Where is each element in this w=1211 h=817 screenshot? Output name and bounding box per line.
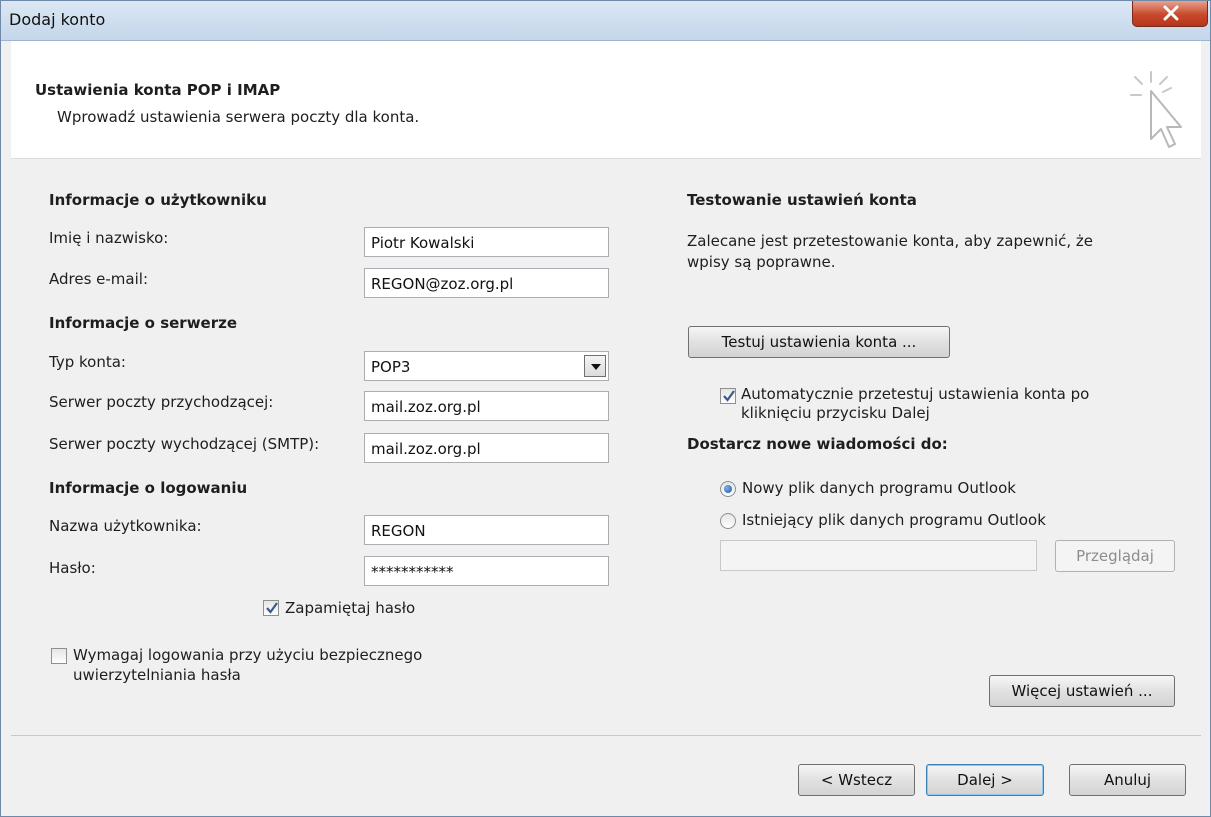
cancel-button[interactable]: Anuluj xyxy=(1069,764,1186,796)
spa-checkbox[interactable] xyxy=(51,648,67,664)
chevron-down-icon[interactable] xyxy=(584,355,606,377)
next-button[interactable]: Dalej > xyxy=(926,764,1044,796)
username-label: Nazwa użytkownika: xyxy=(49,517,202,535)
close-icon xyxy=(1163,5,1179,21)
incoming-server-input[interactable]: mail.zoz.org.pl xyxy=(364,391,609,421)
add-account-dialog: Dodaj konto Ustawienia konta POP i IMAP … xyxy=(0,0,1211,817)
outgoing-server-input[interactable]: mail.zoz.org.pl xyxy=(364,433,609,463)
account-type-value: POP3 xyxy=(371,358,411,376)
existing-data-file-path-input xyxy=(720,540,1037,571)
close-button[interactable] xyxy=(1132,1,1208,27)
checkmark-icon xyxy=(266,602,278,614)
email-label: Adres e-mail: xyxy=(49,270,149,288)
incoming-server-label: Serwer poczty przychodzącej: xyxy=(49,393,274,411)
existing-data-file-label[interactable]: Istniejący plik danych programu Outlook xyxy=(742,511,1046,529)
name-input[interactable]: Piotr Kowalski xyxy=(364,227,609,257)
test-desc-line1: Zalecane jest przetestowanie konta, aby … xyxy=(687,232,1094,250)
wizard-header: Ustawienia konta POP i IMAP Wprowadź ust… xyxy=(11,41,1201,159)
test-desc-line2: wpisy są poprawne. xyxy=(687,253,836,271)
page-subtitle: Wprowadź ustawienia serwera poczty dla k… xyxy=(57,108,420,126)
name-label: Imię i nazwisko: xyxy=(49,229,169,247)
wizard-cursor-icon xyxy=(1130,71,1182,148)
spa-label-line2[interactable]: uwierzytelniania hasła xyxy=(73,666,241,684)
test-account-settings-button[interactable]: Testuj ustawienia konta ... xyxy=(688,326,950,358)
wizard-footer: < Wstecz Dalej > Anuluj xyxy=(11,737,1201,817)
account-type-label: Typ konta: xyxy=(49,353,126,371)
password-label: Hasło: xyxy=(49,559,96,577)
wizard-body: Informacje o użytkowniku Imię i nazwisko… xyxy=(11,159,1201,736)
delivery-heading: Dostarcz nowe wiadomości do: xyxy=(687,435,948,453)
page-title: Ustawienia konta POP i IMAP xyxy=(35,81,281,99)
auto-test-label-line2[interactable]: kliknięciu przycisku Dalej xyxy=(741,404,930,422)
email-input[interactable]: REGON@zoz.org.pl xyxy=(364,268,609,298)
remember-password-checkbox[interactable] xyxy=(263,600,279,616)
outgoing-server-label: Serwer poczty wychodzącej (SMTP): xyxy=(49,435,320,453)
new-data-file-radio[interactable] xyxy=(720,481,736,497)
more-settings-button[interactable]: Więcej ustawień ... xyxy=(989,675,1175,707)
auto-test-checkbox[interactable] xyxy=(720,388,736,404)
radio-selected-dot xyxy=(724,485,732,493)
server-info-heading: Informacje o serwerze xyxy=(49,314,238,332)
back-button[interactable]: < Wstecz xyxy=(798,764,915,796)
spa-label-line1[interactable]: Wymagaj logowania przy użyciu bezpieczne… xyxy=(73,646,422,664)
existing-data-file-radio[interactable] xyxy=(720,513,736,529)
user-info-heading: Informacje o użytkowniku xyxy=(49,191,267,209)
title-bar[interactable]: Dodaj konto xyxy=(1,1,1210,41)
new-data-file-label[interactable]: Nowy plik danych programu Outlook xyxy=(742,479,1016,497)
username-input[interactable]: REGON xyxy=(364,515,609,545)
browse-button: Przeglądaj xyxy=(1055,540,1175,572)
test-heading: Testowanie ustawień konta xyxy=(687,191,917,209)
password-input[interactable]: *********** xyxy=(364,556,609,586)
window-title: Dodaj konto xyxy=(9,10,106,29)
account-type-select[interactable]: POP3 xyxy=(364,351,609,381)
checkmark-icon xyxy=(723,390,735,402)
remember-password-label[interactable]: Zapamiętaj hasło xyxy=(285,599,415,617)
auto-test-label-line1[interactable]: Automatycznie przetestuj ustawienia kont… xyxy=(741,385,1089,403)
login-info-heading: Informacje o logowaniu xyxy=(49,479,248,497)
footer-divider xyxy=(11,735,1201,736)
